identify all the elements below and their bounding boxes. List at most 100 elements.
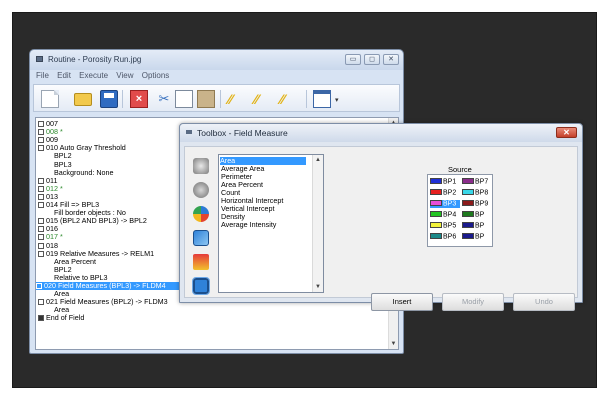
step-checkbox[interactable] (38, 121, 44, 127)
step-checkbox[interactable] (38, 129, 44, 136)
app-icon (186, 130, 192, 134)
new-file-icon[interactable] (41, 90, 59, 108)
routine-title-bar[interactable]: Routine - Porosity Run.jpg ▭ ◻ ✕ (30, 50, 403, 70)
step-checkbox[interactable] (38, 315, 44, 322)
step-row[interactable]: 010 Auto Gray Threshold (38, 144, 126, 152)
bitplane-swatch (430, 222, 442, 228)
routine-title: Routine - Porosity Run.jpg (48, 55, 142, 64)
step-checkbox[interactable] (38, 177, 44, 184)
step-text: * (60, 183, 63, 193)
step-text: (BPL2 AND BPL3) -> BPL2 (60, 216, 147, 226)
step-checkbox[interactable] (38, 234, 44, 241)
bitplane-label: BP4 (443, 211, 457, 219)
measure-icon[interactable] (193, 254, 209, 270)
bitplane-label: BP3 (443, 200, 457, 208)
step-checkbox[interactable] (36, 283, 42, 289)
bitplane-swatch (430, 211, 442, 217)
paste-icon[interactable] (197, 90, 215, 108)
bitplane-swatch (462, 211, 474, 217)
bitplane-swatch (430, 189, 442, 195)
minimize-button[interactable]: ▭ (345, 54, 361, 65)
toolbox-body: Area Average Area Perimeter Area Percent Cou… (184, 146, 578, 311)
bitplane-item[interactable]: BP2 (430, 189, 460, 197)
measurement-scrollbar[interactable]: ▲ ▼ (312, 155, 323, 292)
bitplane-item[interactable]: BP (462, 211, 492, 219)
bitplane-item[interactable]: BP (462, 233, 492, 241)
menu-file[interactable]: File (36, 71, 49, 80)
chevron-down-icon[interactable]: ▾ (335, 96, 339, 104)
step-checkbox[interactable] (38, 137, 44, 144)
bitplane-item[interactable]: BP6 (430, 233, 460, 241)
window-icon[interactable] (313, 90, 331, 108)
bitplane-swatch (430, 178, 442, 184)
bitplane-label: BP2 (443, 189, 457, 197)
bitplane-item[interactable]: BP8 (462, 189, 492, 197)
step-checkbox[interactable] (38, 193, 44, 200)
bitplane-label: BP7 (475, 178, 489, 186)
step-checkbox[interactable] (38, 202, 44, 208)
bitplane-item[interactable]: BP7 (462, 178, 492, 186)
menu-view[interactable]: View (116, 71, 133, 80)
scroll-up-icon[interactable]: ▲ (313, 155, 323, 165)
bitplane-swatch (430, 233, 442, 239)
step-checkbox[interactable] (38, 242, 44, 249)
copy-icon[interactable] (175, 90, 193, 108)
menu-options[interactable]: Options (142, 71, 170, 80)
close-button[interactable]: ✕ (556, 127, 577, 138)
camera-icon[interactable] (193, 158, 209, 174)
field-measure-icon[interactable] (192, 277, 210, 295)
modify-button[interactable]: Modify (442, 293, 504, 311)
scroll-down-icon[interactable]: ▼ (389, 339, 398, 349)
bitplane-item[interactable]: BP5 (430, 222, 460, 230)
maximize-button[interactable]: ◻ (364, 54, 380, 65)
bitplane-item[interactable]: BP (462, 222, 492, 230)
save-icon[interactable] (100, 90, 118, 108)
image-process-icon[interactable] (193, 230, 209, 246)
bitplane-item[interactable]: BP9 (462, 200, 492, 208)
binary-op-icon[interactable]: ⁄⁄ (280, 90, 298, 108)
end-of-field-label: End of Field (46, 313, 85, 323)
gear-icon[interactable] (193, 182, 209, 198)
delete-icon[interactable]: × (130, 90, 148, 108)
color-wheel-icon[interactable] (193, 206, 209, 222)
app-icon (36, 56, 43, 62)
binary-op-icon[interactable]: ⁄⁄ (228, 90, 246, 108)
tool-strip (191, 154, 213, 295)
measurement-list[interactable]: Area Average Area Perimeter Area Percent Cou… (218, 154, 324, 293)
step-checkbox[interactable] (38, 145, 44, 152)
open-folder-icon[interactable] (74, 93, 92, 106)
toolbar-separator (122, 90, 123, 108)
close-button[interactable]: ✕ (383, 54, 399, 65)
step-checkbox[interactable] (38, 226, 44, 233)
cut-icon[interactable]: ✂ (155, 90, 173, 108)
bitplane-label: BP (475, 222, 485, 230)
bitplane-swatch (462, 200, 474, 206)
toolbar-separator (306, 90, 307, 108)
insert-button[interactable]: Insert (371, 293, 433, 311)
undo-button[interactable]: Undo (513, 293, 575, 311)
bitplane-item[interactable]: BP1 (430, 178, 460, 186)
step-checkbox[interactable] (38, 185, 44, 192)
bitplane-item[interactable]: BP4 (430, 211, 460, 219)
source-label: Source (448, 165, 472, 174)
measurement-item[interactable]: Average Intensity (221, 221, 276, 229)
bitplane-swatch (462, 233, 474, 239)
end-of-field-row[interactable]: End of Field (38, 314, 84, 322)
step-checkbox[interactable] (38, 218, 44, 225)
binary-op-icon[interactable]: ⁄⁄ (254, 90, 272, 108)
source-bitplane-grid: BP1 BP7 BP2 BP8 BP3 BP9 BP4 BP BP5 BP BP6 BP (427, 174, 493, 247)
step-checkbox[interactable] (38, 299, 44, 306)
bitplane-swatch (430, 200, 442, 206)
bitplane-swatch (462, 222, 474, 228)
toolbox-title-bar[interactable]: Toolbox - Field Measure ✕ (180, 124, 582, 142)
menu-execute[interactable]: Execute (79, 71, 108, 80)
step-checkbox[interactable] (38, 250, 44, 257)
bitplane-label: BP8 (475, 189, 489, 197)
scroll-down-icon[interactable]: ▼ (313, 282, 323, 292)
bitplane-label: BP5 (443, 222, 457, 230)
bitplane-item[interactable]: BP3 (430, 200, 460, 208)
bitplane-label: BP1 (443, 178, 457, 186)
menu-bar: File Edit Execute View Options (36, 71, 175, 82)
bitplane-label: BP6 (443, 233, 457, 241)
menu-edit[interactable]: Edit (57, 71, 71, 80)
